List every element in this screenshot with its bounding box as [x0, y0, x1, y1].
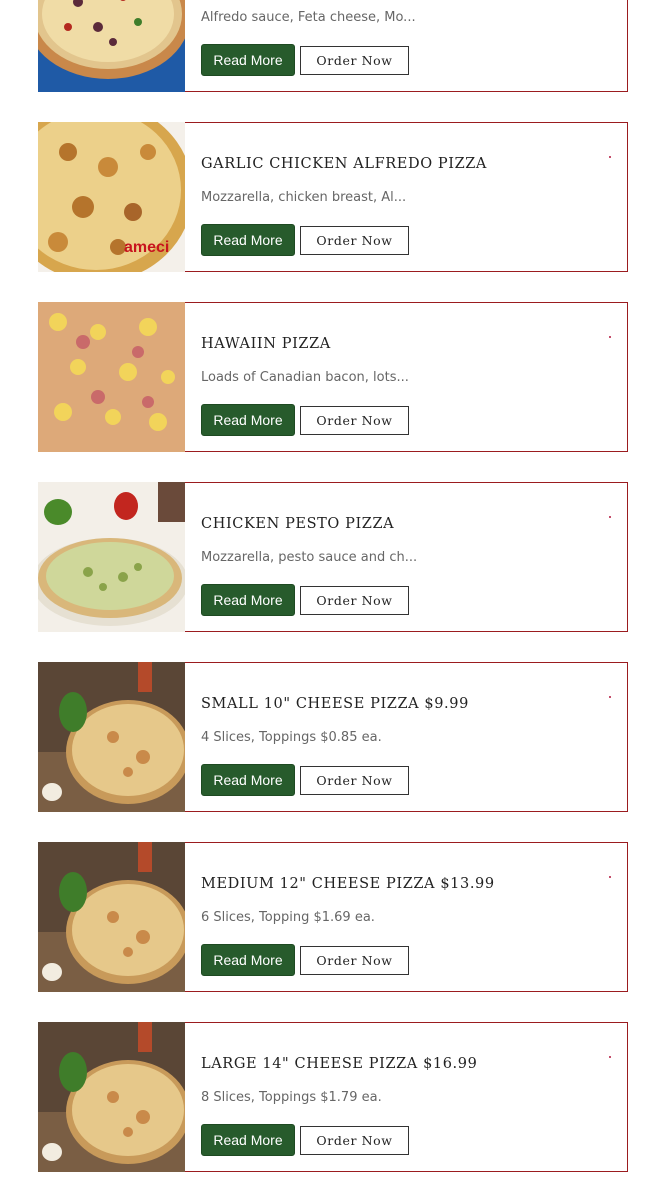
read-more-button[interactable]: Read More	[201, 1124, 295, 1156]
pizza-image[interactable]	[38, 662, 185, 812]
menu-item-title: GARLIC CHICKEN ALFREDO PIZZA	[201, 156, 487, 172]
accent-dot	[609, 876, 611, 878]
menu-item-description: Loads of Canadian bacon, lots...	[201, 370, 409, 385]
read-more-button[interactable]: Read More	[201, 584, 295, 616]
menu-item-card: SMALL 10" CHEESE PIZZA $9.99 4 Slices, T…	[38, 662, 628, 812]
menu-item-card: CHICKEN PESTO PIZZA Mozzarella, pesto sa…	[38, 482, 628, 632]
order-now-button[interactable]: Order Now	[300, 1126, 409, 1155]
menu-item-description: Alfredo sauce, Feta cheese, Mo...	[201, 10, 416, 25]
menu-list: Alfredo sauce, Feta cheese, Mo... Read M…	[38, 0, 628, 1202]
order-now-button[interactable]: Order Now	[300, 766, 409, 795]
pizza-image[interactable]	[38, 302, 185, 452]
menu-item-title: MEDIUM 12" CHEESE PIZZA $13.99	[201, 876, 495, 892]
menu-item-body: HAWAIIN PIZZA Loads of Canadian bacon, l…	[201, 303, 627, 451]
menu-item-card: MEDIUM 12" CHEESE PIZZA $13.99 6 Slices,…	[38, 842, 628, 992]
order-now-button[interactable]: Order Now	[300, 586, 409, 615]
menu-item-body: MEDIUM 12" CHEESE PIZZA $13.99 6 Slices,…	[201, 843, 627, 991]
menu-item-description: 4 Slices, Toppings $0.85 ea.	[201, 730, 382, 745]
pizza-image[interactable]	[38, 1022, 185, 1172]
menu-item-card: Alfredo sauce, Feta cheese, Mo... Read M…	[38, 0, 628, 92]
order-now-button[interactable]: Order Now	[300, 406, 409, 435]
read-more-button[interactable]: Read More	[201, 224, 295, 256]
pizza-image[interactable]: ameci	[38, 122, 185, 272]
menu-item-body: LARGE 14" CHEESE PIZZA $16.99 8 Slices, …	[201, 1023, 627, 1171]
order-now-button[interactable]: Order Now	[300, 46, 409, 75]
pizza-image[interactable]	[38, 482, 185, 632]
menu-item-title: SMALL 10" CHEESE PIZZA $9.99	[201, 696, 469, 712]
menu-item-title: CHICKEN PESTO PIZZA	[201, 516, 395, 532]
menu-item-card: LARGE 14" CHEESE PIZZA $16.99 8 Slices, …	[38, 1022, 628, 1172]
accent-dot	[609, 336, 611, 338]
menu-item-body: Alfredo sauce, Feta cheese, Mo... Read M…	[201, 0, 627, 91]
order-now-button[interactable]: Order Now	[300, 226, 409, 255]
menu-item-card: ameci GARLIC CHICKEN ALFREDO PIZZA Mozza…	[38, 122, 628, 272]
menu-item-description: Mozzarella, pesto sauce and ch...	[201, 550, 418, 565]
read-more-button[interactable]: Read More	[201, 404, 295, 436]
menu-item-body: SMALL 10" CHEESE PIZZA $9.99 4 Slices, T…	[201, 663, 627, 811]
accent-dot	[609, 1056, 611, 1058]
order-now-button[interactable]: Order Now	[300, 946, 409, 975]
menu-item-title: LARGE 14" CHEESE PIZZA $16.99	[201, 1056, 478, 1072]
menu-item-description: Mozzarella, chicken breast, Al...	[201, 190, 407, 205]
menu-item-description: 6 Slices, Topping $1.69 ea.	[201, 910, 375, 925]
accent-dot	[609, 156, 611, 158]
read-more-button[interactable]: Read More	[201, 44, 295, 76]
read-more-button[interactable]: Read More	[201, 944, 295, 976]
pizza-image[interactable]	[38, 0, 185, 92]
accent-dot	[609, 516, 611, 518]
menu-item-description: 8 Slices, Toppings $1.79 ea.	[201, 1090, 382, 1105]
ameci-logo: ameci	[124, 239, 169, 256]
menu-item-card: HAWAIIN PIZZA Loads of Canadian bacon, l…	[38, 302, 628, 452]
accent-dot	[609, 696, 611, 698]
menu-item-body: GARLIC CHICKEN ALFREDO PIZZA Mozzarella,…	[201, 123, 627, 271]
menu-item-title: HAWAIIN PIZZA	[201, 336, 331, 352]
pizza-image[interactable]	[38, 842, 185, 992]
menu-item-body: CHICKEN PESTO PIZZA Mozzarella, pesto sa…	[201, 483, 627, 631]
read-more-button[interactable]: Read More	[201, 764, 295, 796]
